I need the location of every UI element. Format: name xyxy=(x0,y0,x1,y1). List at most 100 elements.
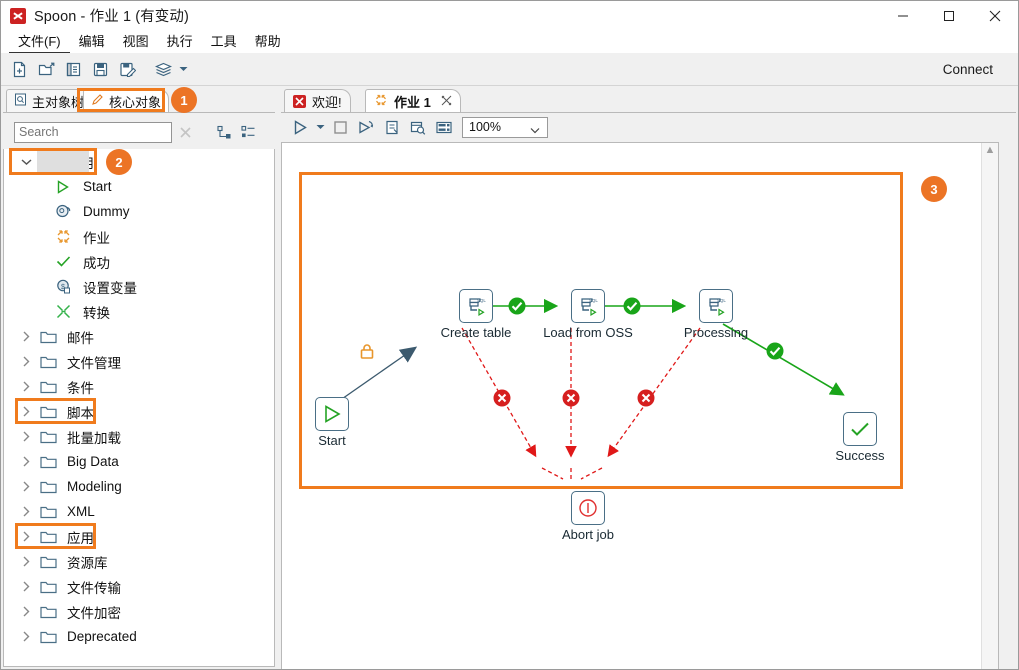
tree-row-general[interactable]: 通用 xyxy=(4,149,266,174)
tree-root: 通用 Start Dummy xyxy=(4,149,266,649)
check-icon xyxy=(52,253,74,270)
job-canvas[interactable]: Start SQL Create table SQL Load from OSS… xyxy=(281,142,999,669)
tree-row-bulk-loading[interactable]: 批量加载 xyxy=(4,424,266,449)
start-triangle-icon xyxy=(315,397,349,431)
chevron-right-icon[interactable] xyxy=(15,456,37,467)
tab-core-objects[interactable]: 核心对象 xyxy=(83,89,170,112)
chevron-right-icon[interactable] xyxy=(15,331,37,342)
success-check-icon[interactable] xyxy=(622,296,642,321)
hop-abort-tail-right xyxy=(580,467,603,480)
clear-x-icon[interactable] xyxy=(172,121,198,143)
tab-main-object-tree[interactable]: 主对象树 xyxy=(6,89,93,112)
tree-row-modeling-label: Modeling xyxy=(67,479,122,494)
chevron-down-icon[interactable] xyxy=(15,158,37,166)
canvas-vertical-scrollbar[interactable]: ▲ ▼ xyxy=(981,143,998,669)
menu-view[interactable]: 视图 xyxy=(114,31,158,52)
new-file-icon[interactable] xyxy=(7,57,32,81)
db-inspect-icon[interactable] xyxy=(405,114,431,140)
collapse-tree-icon[interactable] xyxy=(236,121,260,143)
menu-help[interactable]: 帮助 xyxy=(246,31,290,52)
tab-job-1[interactable]: 作业 1 xyxy=(365,89,461,112)
chevron-right-icon[interactable] xyxy=(15,406,37,417)
chevron-down-icon[interactable] xyxy=(176,57,190,81)
tree-item-job[interactable]: 作业 xyxy=(4,224,266,249)
error-x-icon[interactable] xyxy=(561,388,581,413)
log-icon[interactable] xyxy=(379,114,405,140)
tree-item-transform[interactable]: 转换 xyxy=(4,299,266,324)
grid-icon[interactable] xyxy=(431,114,457,140)
chevron-right-icon[interactable] xyxy=(15,481,37,492)
chevron-right-icon[interactable] xyxy=(15,606,37,617)
tree-row-deprecated[interactable]: Deprecated xyxy=(4,624,266,649)
tree-row-file-encryption[interactable]: 文件加密 xyxy=(4,599,266,624)
lock-icon[interactable] xyxy=(359,343,375,365)
tree-row-mail[interactable]: 邮件 xyxy=(4,324,266,349)
stop-icon[interactable] xyxy=(327,114,353,140)
tree-row-modeling[interactable]: Modeling xyxy=(4,474,266,499)
tree-row-file-encryption-label: 文件加密 xyxy=(67,605,121,621)
chevron-right-icon[interactable] xyxy=(15,431,37,442)
error-x-icon[interactable] xyxy=(636,388,656,413)
core-objects-tree[interactable]: 通用 Start Dummy xyxy=(3,149,275,667)
tree-item-transform-label: 转换 xyxy=(83,305,110,321)
tree-row-conditions-label: 条件 xyxy=(67,380,94,396)
chevron-right-icon[interactable] xyxy=(15,556,37,567)
set-variable-icon: $ xyxy=(52,278,74,295)
tree-row-file-management[interactable]: 文件管理 xyxy=(4,349,266,374)
canvas-node-start[interactable]: Start xyxy=(315,397,349,448)
sql-script-icon: SQL xyxy=(571,289,605,323)
open-folder-icon[interactable] xyxy=(34,57,59,81)
chevron-right-icon[interactable] xyxy=(15,356,37,367)
canvas-node-processing[interactable]: SQL Processing xyxy=(684,289,748,340)
canvas-node-abort-job[interactable]: Abort job xyxy=(562,491,614,542)
run-dropdown-caret-icon[interactable] xyxy=(313,114,327,140)
replay-icon[interactable] xyxy=(353,114,379,140)
chevron-right-icon[interactable] xyxy=(15,381,37,392)
canvas-node-load-from-oss[interactable]: SQL Load from OSS xyxy=(543,289,633,340)
badge-1: 1 xyxy=(171,87,197,113)
scroll-up-icon[interactable]: ▲ xyxy=(985,143,996,157)
chevron-right-icon[interactable] xyxy=(15,531,37,542)
tree-row-repository-label: 资源库 xyxy=(67,555,108,571)
expand-tree-icon[interactable] xyxy=(212,121,236,143)
canvas-node-success[interactable]: Success xyxy=(835,412,885,463)
save-as-icon[interactable] xyxy=(115,57,140,81)
tree-row-big-data[interactable]: Big Data xyxy=(4,449,266,474)
tree-item-dummy[interactable]: Dummy xyxy=(4,199,266,224)
menu-run[interactable]: 执行 xyxy=(158,31,202,52)
close-tab-icon[interactable] xyxy=(441,94,452,109)
tree-row-utility[interactable]: 应用 xyxy=(4,524,266,549)
explorer-icon[interactable] xyxy=(61,57,86,81)
menu-file[interactable]: 文件(F) xyxy=(9,31,70,53)
minimize-icon[interactable] xyxy=(880,1,926,30)
tree-row-xml[interactable]: XML xyxy=(4,499,266,524)
search-input[interactable] xyxy=(14,121,172,143)
folder-icon xyxy=(37,505,59,519)
layers-icon[interactable] xyxy=(151,57,176,81)
success-check-icon[interactable] xyxy=(765,341,785,366)
tree-item-start[interactable]: Start xyxy=(4,174,266,199)
menu-edit[interactable]: 编辑 xyxy=(70,31,114,52)
tree-row-repository[interactable]: 资源库 xyxy=(4,549,266,574)
chevron-right-icon[interactable] xyxy=(15,581,37,592)
tree-item-set-variable[interactable]: $ 设置变量 xyxy=(4,274,266,299)
tab-welcome[interactable]: 欢迎! xyxy=(284,89,351,112)
tree-item-success[interactable]: 成功 xyxy=(4,249,266,274)
error-x-icon[interactable] xyxy=(492,388,512,413)
tree-row-conditions[interactable]: 条件 xyxy=(4,374,266,399)
close-icon[interactable] xyxy=(972,1,1018,30)
connect-button[interactable]: Connect xyxy=(943,62,993,77)
maximize-icon[interactable] xyxy=(926,1,972,30)
chevron-right-icon[interactable] xyxy=(15,506,37,517)
left-panel-tabstrip: 主对象树 核心对象 xyxy=(3,89,275,113)
canvas-node-create-table[interactable]: SQL Create table xyxy=(441,289,511,340)
menu-tools[interactable]: 工具 xyxy=(202,31,246,52)
tree-row-file-transfer[interactable]: 文件传输 xyxy=(4,574,266,599)
chevron-right-icon[interactable] xyxy=(15,631,37,642)
success-check-icon[interactable] xyxy=(507,296,527,321)
save-icon[interactable] xyxy=(88,57,113,81)
tree-row-scripting[interactable]: 脚本 xyxy=(4,399,266,424)
document-tree-icon xyxy=(14,93,27,109)
run-icon[interactable] xyxy=(287,114,313,140)
zoom-select[interactable]: 100% xyxy=(462,116,548,138)
